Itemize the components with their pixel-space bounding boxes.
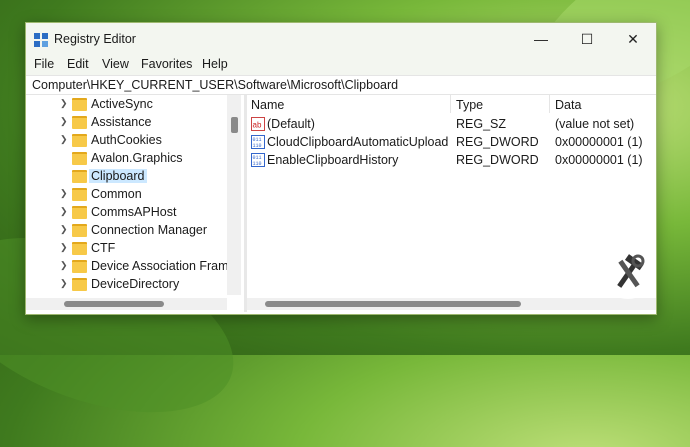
scrollbar-thumb[interactable] [265, 301, 521, 307]
chevron-right-icon[interactable]: ❯ [60, 278, 68, 289]
tree-item-device-association-framework[interactable]: ❯ Device Association Frame [26, 257, 236, 275]
tree-item-devicedirectory[interactable]: ❯ DeviceDirectory [26, 275, 226, 293]
tree-item-label: Common [91, 187, 142, 201]
scrollbar-thumb[interactable] [64, 301, 164, 307]
value-type: REG_SZ [456, 117, 507, 131]
value-row-enableclipboardhistory[interactable]: 011 110 EnableClipboardHistory REG_DWORD… [247, 151, 656, 169]
tree-item-label: Device Association Frame [91, 259, 236, 273]
tree-item-activesync[interactable]: ❯ ActiveSync [26, 95, 226, 113]
folder-icon [72, 134, 87, 147]
menu-edit[interactable]: Edit [67, 57, 89, 71]
address-bar[interactable]: Computer\HKEY_CURRENT_USER\Software\Micr… [26, 75, 656, 95]
value-row-cloudclipboardautomaticupload[interactable]: 011 110 CloudClipboardAutomaticUpload RE… [247, 133, 656, 151]
folder-icon [72, 278, 87, 291]
folder-icon [72, 116, 87, 129]
svg-text:110: 110 [253, 161, 262, 167]
folder-icon [72, 98, 87, 111]
value-name: (Default) [267, 117, 315, 131]
chevron-right-icon[interactable]: ❯ [60, 98, 68, 109]
dword-value-icon: 011 110 [251, 153, 265, 167]
value-name: CloudClipboardAutomaticUpload [267, 135, 449, 149]
tree-item-common[interactable]: ❯ Common [26, 185, 226, 203]
column-divider[interactable] [450, 95, 451, 113]
tree-item-label: Clipboard [89, 169, 147, 183]
folder-icon [72, 170, 87, 183]
values-horizontal-scrollbar[interactable] [247, 298, 656, 310]
tree-item-clipboard[interactable]: Clipboard [26, 167, 226, 185]
value-type: REG_DWORD [456, 153, 539, 167]
close-button[interactable]: ✕ [610, 23, 656, 55]
window-title: Registry Editor [54, 32, 136, 46]
chevron-right-icon[interactable]: ❯ [60, 134, 68, 145]
folder-icon [72, 260, 87, 273]
tree-item-label: AuthCookies [91, 133, 162, 147]
folder-icon [72, 242, 87, 255]
chevron-right-icon[interactable]: ❯ [60, 116, 68, 127]
svg-text:110: 110 [253, 143, 262, 149]
menu-help[interactable]: Help [202, 57, 228, 71]
registry-editor-icon [34, 33, 48, 47]
registry-editor-window: Registry Editor — ☐ ✕ File Edit View Fav… [25, 22, 657, 315]
address-path[interactable]: Computer\HKEY_CURRENT_USER\Software\Micr… [32, 78, 398, 92]
folder-icon [72, 188, 87, 201]
tree-item-assistance[interactable]: ❯ Assistance [26, 113, 226, 131]
tree-horizontal-scrollbar[interactable] [26, 298, 227, 310]
column-header-type[interactable]: Type [456, 98, 483, 112]
value-name: EnableClipboardHistory [267, 153, 399, 167]
column-header-name[interactable]: Name [251, 98, 284, 112]
dword-value-icon: 011 110 [251, 135, 265, 149]
menu-view[interactable]: View [102, 57, 129, 71]
menu-file[interactable]: File [34, 57, 54, 71]
tree-item-label: Connection Manager [91, 223, 208, 237]
menu-bar: File Edit View Favorites Help [26, 55, 656, 75]
tree-item-label: CommsAPHost [91, 205, 177, 219]
value-type: REG_DWORD [456, 135, 539, 149]
values-pane: Name Type Data ab (Default) REG_SZ (valu… [247, 95, 656, 312]
svg-text:ab: ab [253, 121, 262, 130]
maximize-button[interactable]: ☐ [564, 23, 610, 55]
tree-item-authcookies[interactable]: ❯ AuthCookies [26, 131, 226, 149]
value-data: 0x00000001 (1) [555, 135, 643, 149]
hammer-wrench-logo-icon [602, 247, 654, 299]
column-divider[interactable] [549, 95, 550, 113]
minimize-button[interactable]: — [518, 23, 564, 55]
tree-item-avalon-graphics[interactable]: Avalon.Graphics [26, 149, 226, 167]
tree-item-ctf[interactable]: ❯ CTF [26, 239, 226, 257]
tree-vertical-scrollbar[interactable] [227, 95, 241, 295]
tree-item-connection-manager[interactable]: ❯ Connection Manager [26, 221, 226, 239]
folder-icon [72, 152, 87, 165]
tree-item-label: Avalon.Graphics [91, 151, 183, 165]
menu-favorites[interactable]: Favorites [141, 57, 192, 71]
key-tree: ❯ ActiveSync ❯ Assistance ❯ AuthCookies … [26, 95, 244, 312]
value-data: 0x00000001 (1) [555, 153, 643, 167]
chevron-right-icon[interactable]: ❯ [60, 188, 68, 199]
tree-item-commsaphost[interactable]: ❯ CommsAPHost [26, 203, 226, 221]
chevron-right-icon[interactable]: ❯ [60, 242, 68, 253]
tree-item-label: DeviceDirectory [91, 277, 180, 291]
value-row-default[interactable]: ab (Default) REG_SZ (value not set) [247, 115, 656, 133]
tree-item-label: CTF [91, 241, 116, 255]
column-header-data[interactable]: Data [555, 98, 581, 112]
string-value-icon: ab [251, 117, 265, 131]
title-bar[interactable]: Registry Editor — ☐ ✕ [26, 23, 656, 55]
chevron-right-icon[interactable]: ❯ [60, 260, 68, 271]
folder-icon [72, 206, 87, 219]
tree-item-label: ActiveSync [91, 97, 153, 111]
tree-item-label: Assistance [91, 115, 152, 129]
value-data: (value not set) [555, 117, 635, 131]
chevron-right-icon[interactable]: ❯ [60, 224, 68, 235]
chevron-right-icon[interactable]: ❯ [60, 206, 68, 217]
folder-icon [72, 224, 87, 237]
scrollbar-thumb[interactable] [231, 117, 238, 133]
